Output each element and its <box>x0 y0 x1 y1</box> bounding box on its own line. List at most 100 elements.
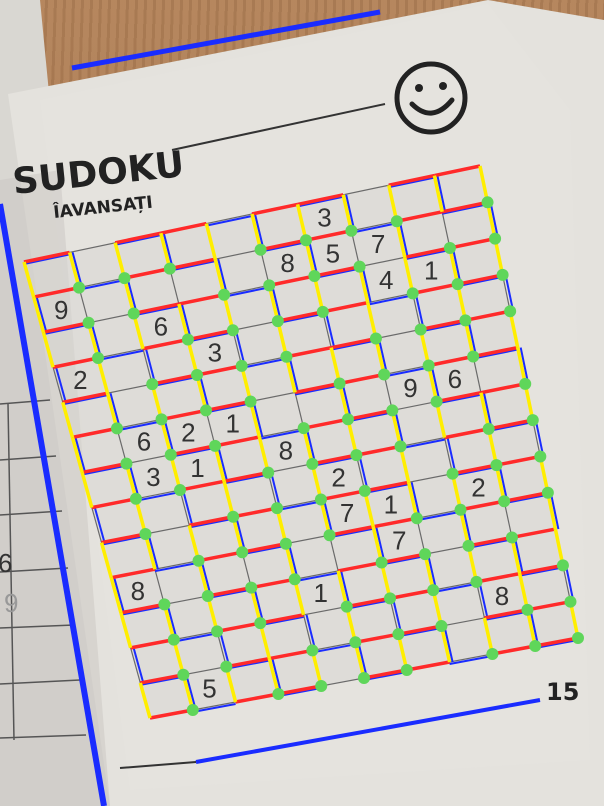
detected-intersection-dot <box>470 575 483 588</box>
detected-intersection-dot <box>227 510 240 523</box>
detected-intersection-dot <box>262 466 275 479</box>
detected-intersection-dot <box>308 270 321 283</box>
sudoku-digit: 3 <box>146 462 160 492</box>
detected-intersection-dot <box>306 644 319 657</box>
sudoku-digit: 2 <box>181 418 195 448</box>
detected-intersection-dot <box>419 548 432 561</box>
sudoku-digit: 5 <box>326 238 340 268</box>
sudoku-digit: 6 <box>137 427 151 457</box>
detected-intersection-dot <box>422 359 435 372</box>
detected-intersection-dot <box>446 467 459 480</box>
detected-intersection-dot <box>490 459 503 472</box>
detected-intersection-dot <box>211 625 224 638</box>
detected-intersection-dot <box>235 359 248 372</box>
detected-intersection-dot <box>342 413 354 426</box>
detected-intersection-dot <box>218 288 231 301</box>
detected-intersection-dot <box>345 224 358 237</box>
sudoku-digit: 7 <box>340 498 354 528</box>
detected-intersection-dot <box>378 368 391 381</box>
detected-intersection-dot <box>486 648 499 660</box>
detected-intersection-dot <box>306 457 319 470</box>
detected-intersection-dot <box>297 422 310 435</box>
sudoku-digit: 4 <box>379 265 393 295</box>
detected-intersection-dot <box>519 377 532 390</box>
detected-intersection-dot <box>353 260 366 273</box>
detected-intersection-dot <box>349 636 362 649</box>
detected-intersection-dot <box>120 457 133 470</box>
detected-intersection-dot <box>358 484 371 497</box>
detected-intersection-dot <box>350 449 363 462</box>
detected-intersection-dot <box>263 279 276 292</box>
detected-intersection-dot <box>146 378 159 391</box>
detected-intersection-dot <box>333 377 346 390</box>
detected-intersection-dot <box>177 668 190 681</box>
detected-intersection-dot <box>572 632 584 644</box>
detected-intersection-dot <box>443 241 456 254</box>
sudoku-digit: 1 <box>314 578 328 608</box>
sudoku-digit: 1 <box>384 490 398 520</box>
detected-intersection-dot <box>316 305 329 318</box>
detected-intersection-dot <box>271 502 284 515</box>
sudoku-digit: 7 <box>371 229 385 259</box>
detected-intersection-dot <box>209 439 222 452</box>
detected-intersection-dot <box>340 600 353 613</box>
detected-intersection-dot <box>496 268 509 281</box>
detected-intersection-dot <box>280 350 293 363</box>
detected-intersection-dot <box>174 484 187 497</box>
detected-intersection-dot <box>192 554 205 567</box>
detected-intersection-dot <box>454 503 467 516</box>
detected-intersection-dot <box>358 672 370 684</box>
detected-intersection-dot <box>82 316 95 329</box>
detected-intersection-dot <box>481 196 494 209</box>
detected-intersection-dot <box>314 493 327 506</box>
detected-intersection-dot <box>127 307 140 320</box>
sudoku-digit: 1 <box>190 453 204 483</box>
sudoku-digit: 6 <box>448 364 462 394</box>
detected-intersection-dot <box>110 422 123 435</box>
sudoku-digit: 8 <box>280 248 294 278</box>
detected-intersection-dot <box>271 315 284 328</box>
detected-intersection-dot <box>155 413 168 426</box>
sudoku-digit: 8 <box>495 581 509 611</box>
sudoku-digit: 2 <box>73 365 87 395</box>
detected-intersection-dot <box>288 573 301 586</box>
sudoku-digit: 2 <box>471 472 485 502</box>
sudoku-digit: 1 <box>226 409 240 439</box>
detected-intersection-dot <box>534 450 547 463</box>
detected-intersection-dot <box>427 584 440 597</box>
detected-intersection-dot <box>163 262 176 275</box>
detected-intersection-dot <box>430 395 443 408</box>
detected-intersection-dot <box>392 628 405 641</box>
sudoku-digit: 6 <box>154 311 168 341</box>
detected-intersection-dot <box>272 688 285 700</box>
detected-intersection-dot <box>226 324 239 337</box>
detected-intersection-dot <box>254 243 267 256</box>
detected-intersection-dot <box>451 278 464 291</box>
sudoku-digit: 5 <box>202 673 216 703</box>
detected-intersection-dot <box>323 529 336 542</box>
detected-intersection-dot <box>394 440 407 453</box>
sudoku-digit: 1 <box>424 256 438 286</box>
detected-intersection-dot <box>505 531 518 544</box>
detected-intersection-dot <box>245 581 258 594</box>
detected-intersection-dot <box>462 539 475 552</box>
detected-intersection-dot <box>498 495 511 508</box>
detected-intersection-dot <box>200 404 213 417</box>
detected-intersection-dot <box>541 486 554 499</box>
detected-intersection-dot <box>375 556 388 569</box>
detected-intersection-dot <box>181 333 194 346</box>
detected-intersection-dot <box>129 492 142 505</box>
detected-intersection-dot <box>164 448 177 461</box>
detected-intersection-dot <box>504 305 517 318</box>
detected-intersection-dot <box>186 704 199 716</box>
detected-intersection-dot <box>390 215 403 228</box>
photo-scene: 6 9 SUDOKU ÎAVANSAȚI 15 398 5 764 1236 2 19 63… <box>0 0 604 806</box>
detected-intersection-dot <box>406 287 419 300</box>
detected-intersection-dot <box>529 640 542 652</box>
detected-intersection-dot <box>158 598 171 611</box>
detected-intersection-dot <box>386 404 399 417</box>
sudoku-digit: 3 <box>317 203 331 233</box>
sudoku-digit: 8 <box>279 435 293 465</box>
left-page-digit: 6 <box>0 548 12 578</box>
sudoku-digit: 9 <box>54 295 68 325</box>
